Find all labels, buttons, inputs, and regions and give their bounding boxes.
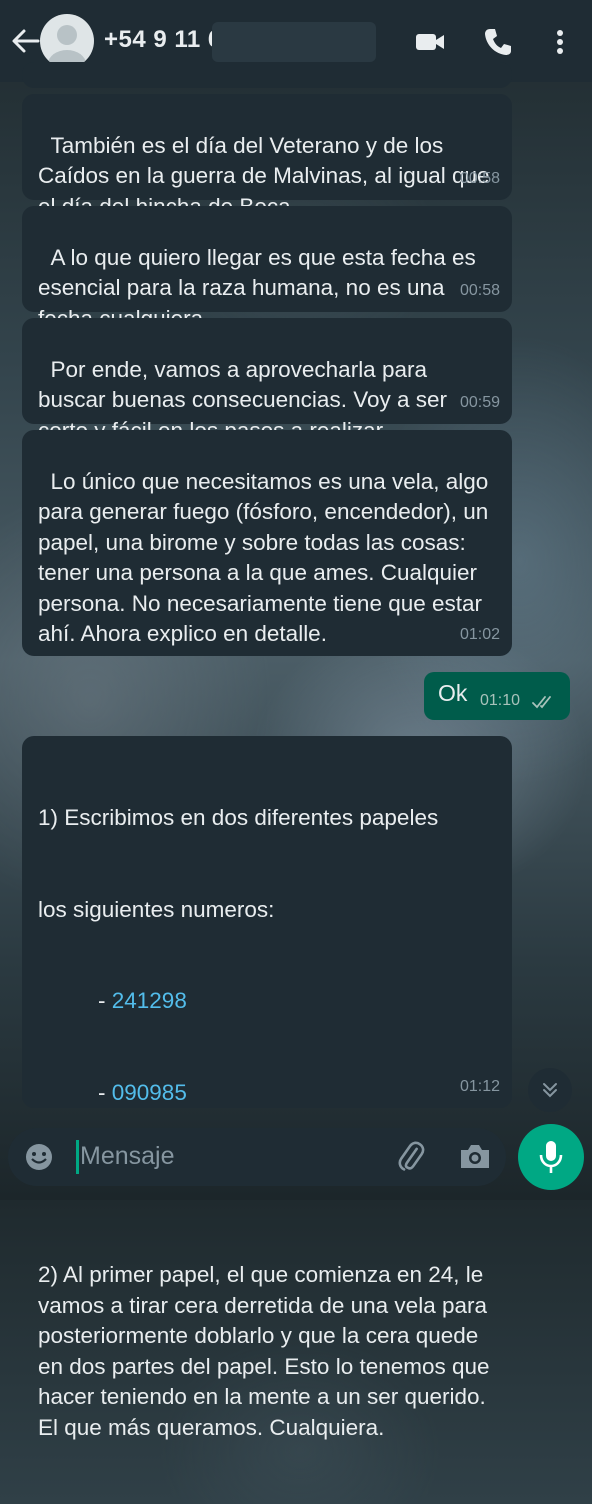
message-text: Ok	[438, 680, 468, 706]
message-time: 00:58	[459, 281, 500, 299]
attach-icon[interactable]	[394, 1140, 428, 1174]
number-link[interactable]: 090985	[112, 1080, 187, 1105]
avatar[interactable]	[40, 14, 94, 68]
message-input[interactable]: Mensaje	[80, 1142, 175, 1171]
outgoing-message[interactable]: Ok 01:10	[424, 672, 570, 720]
message-line: los siguientes numeros:	[38, 896, 275, 922]
message-time: 00:59	[459, 393, 500, 411]
number-item: - 090985	[98, 1079, 187, 1105]
previous-message-fragment	[22, 62, 512, 88]
message-line: 1) Escribimos en dos diferentes papeles	[38, 805, 439, 830]
redaction-block	[212, 22, 376, 62]
number-link[interactable]: 241298	[112, 988, 187, 1013]
camera-icon[interactable]	[458, 1141, 492, 1171]
double-check-icon	[532, 696, 551, 709]
back-arrow-icon[interactable]	[10, 28, 40, 54]
phone-call-icon[interactable]	[482, 26, 514, 58]
video-call-icon[interactable]	[414, 26, 446, 58]
incoming-message[interactable]: Por ende, vamos a aprovecharla para busc…	[22, 318, 512, 443]
message-text: Lo único que necesitamos es una vela, al…	[38, 468, 495, 647]
contact-name[interactable]: +54 9 11 6	[104, 26, 222, 54]
double-chevron-down-icon	[543, 1083, 557, 1098]
voice-message-button[interactable]	[518, 1124, 584, 1190]
microphone-icon	[539, 1141, 563, 1173]
message-time: 00:58	[459, 169, 500, 187]
message-time: 01:12	[459, 1077, 500, 1095]
scroll-to-bottom-button[interactable]	[528, 1068, 572, 1112]
message-composer: Mensaje	[8, 1128, 506, 1186]
message-time: 01:10	[480, 692, 521, 709]
emoji-icon[interactable]	[24, 1142, 54, 1172]
message-time: 01:02	[459, 625, 500, 643]
avatar-icon	[48, 25, 86, 68]
incoming-message[interactable]: 1) Escribimos en dos diferentes papeles …	[22, 736, 512, 1440]
incoming-message[interactable]: También es el día del Veterano y de los …	[22, 94, 512, 219]
text-caret	[76, 1140, 79, 1174]
more-options-icon[interactable]	[544, 26, 576, 58]
number-item: - 241298	[98, 988, 187, 1013]
incoming-message[interactable]: Lo único que necesitamos es una vela, al…	[22, 430, 512, 656]
message-text: 2) Al primer papel, el que comienza en 2…	[38, 1262, 496, 1440]
incoming-message[interactable]: A lo que quiero llegar es que esta fecha…	[22, 206, 512, 331]
